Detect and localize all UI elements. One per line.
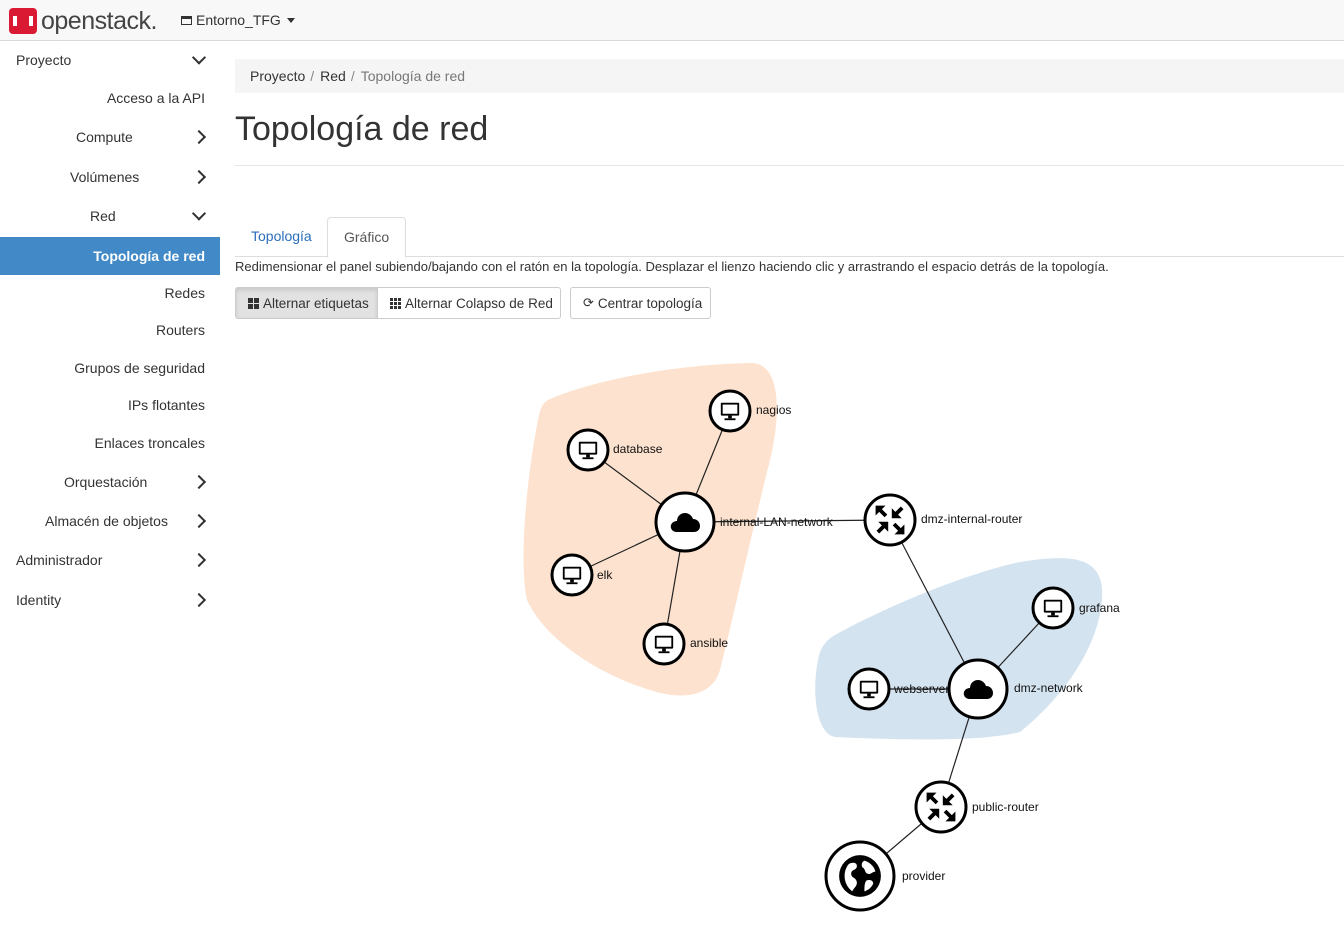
- node-label: database: [613, 442, 663, 456]
- node-label: ansible: [690, 636, 728, 650]
- node-label: elk: [597, 568, 613, 582]
- node-label: nagios: [756, 403, 791, 417]
- node-label: dmz-internal-router: [921, 512, 1022, 526]
- node-label: dmz-network: [1014, 681, 1084, 695]
- topology-canvas[interactable]: nagios database internal-LAN-network elk…: [0, 0, 1344, 932]
- node-label: provider: [902, 869, 945, 883]
- node-public-router[interactable]: public-router: [914, 780, 1039, 834]
- globe-icon: [839, 855, 881, 897]
- node-label: public-router: [972, 800, 1039, 814]
- node-label: webserver: [893, 682, 949, 696]
- node-dmz-internal-router[interactable]: dmz-internal-router: [863, 493, 1022, 547]
- node-label: internal-LAN-network: [720, 515, 834, 529]
- node-provider[interactable]: provider: [824, 840, 945, 912]
- node-label: grafana: [1079, 601, 1120, 615]
